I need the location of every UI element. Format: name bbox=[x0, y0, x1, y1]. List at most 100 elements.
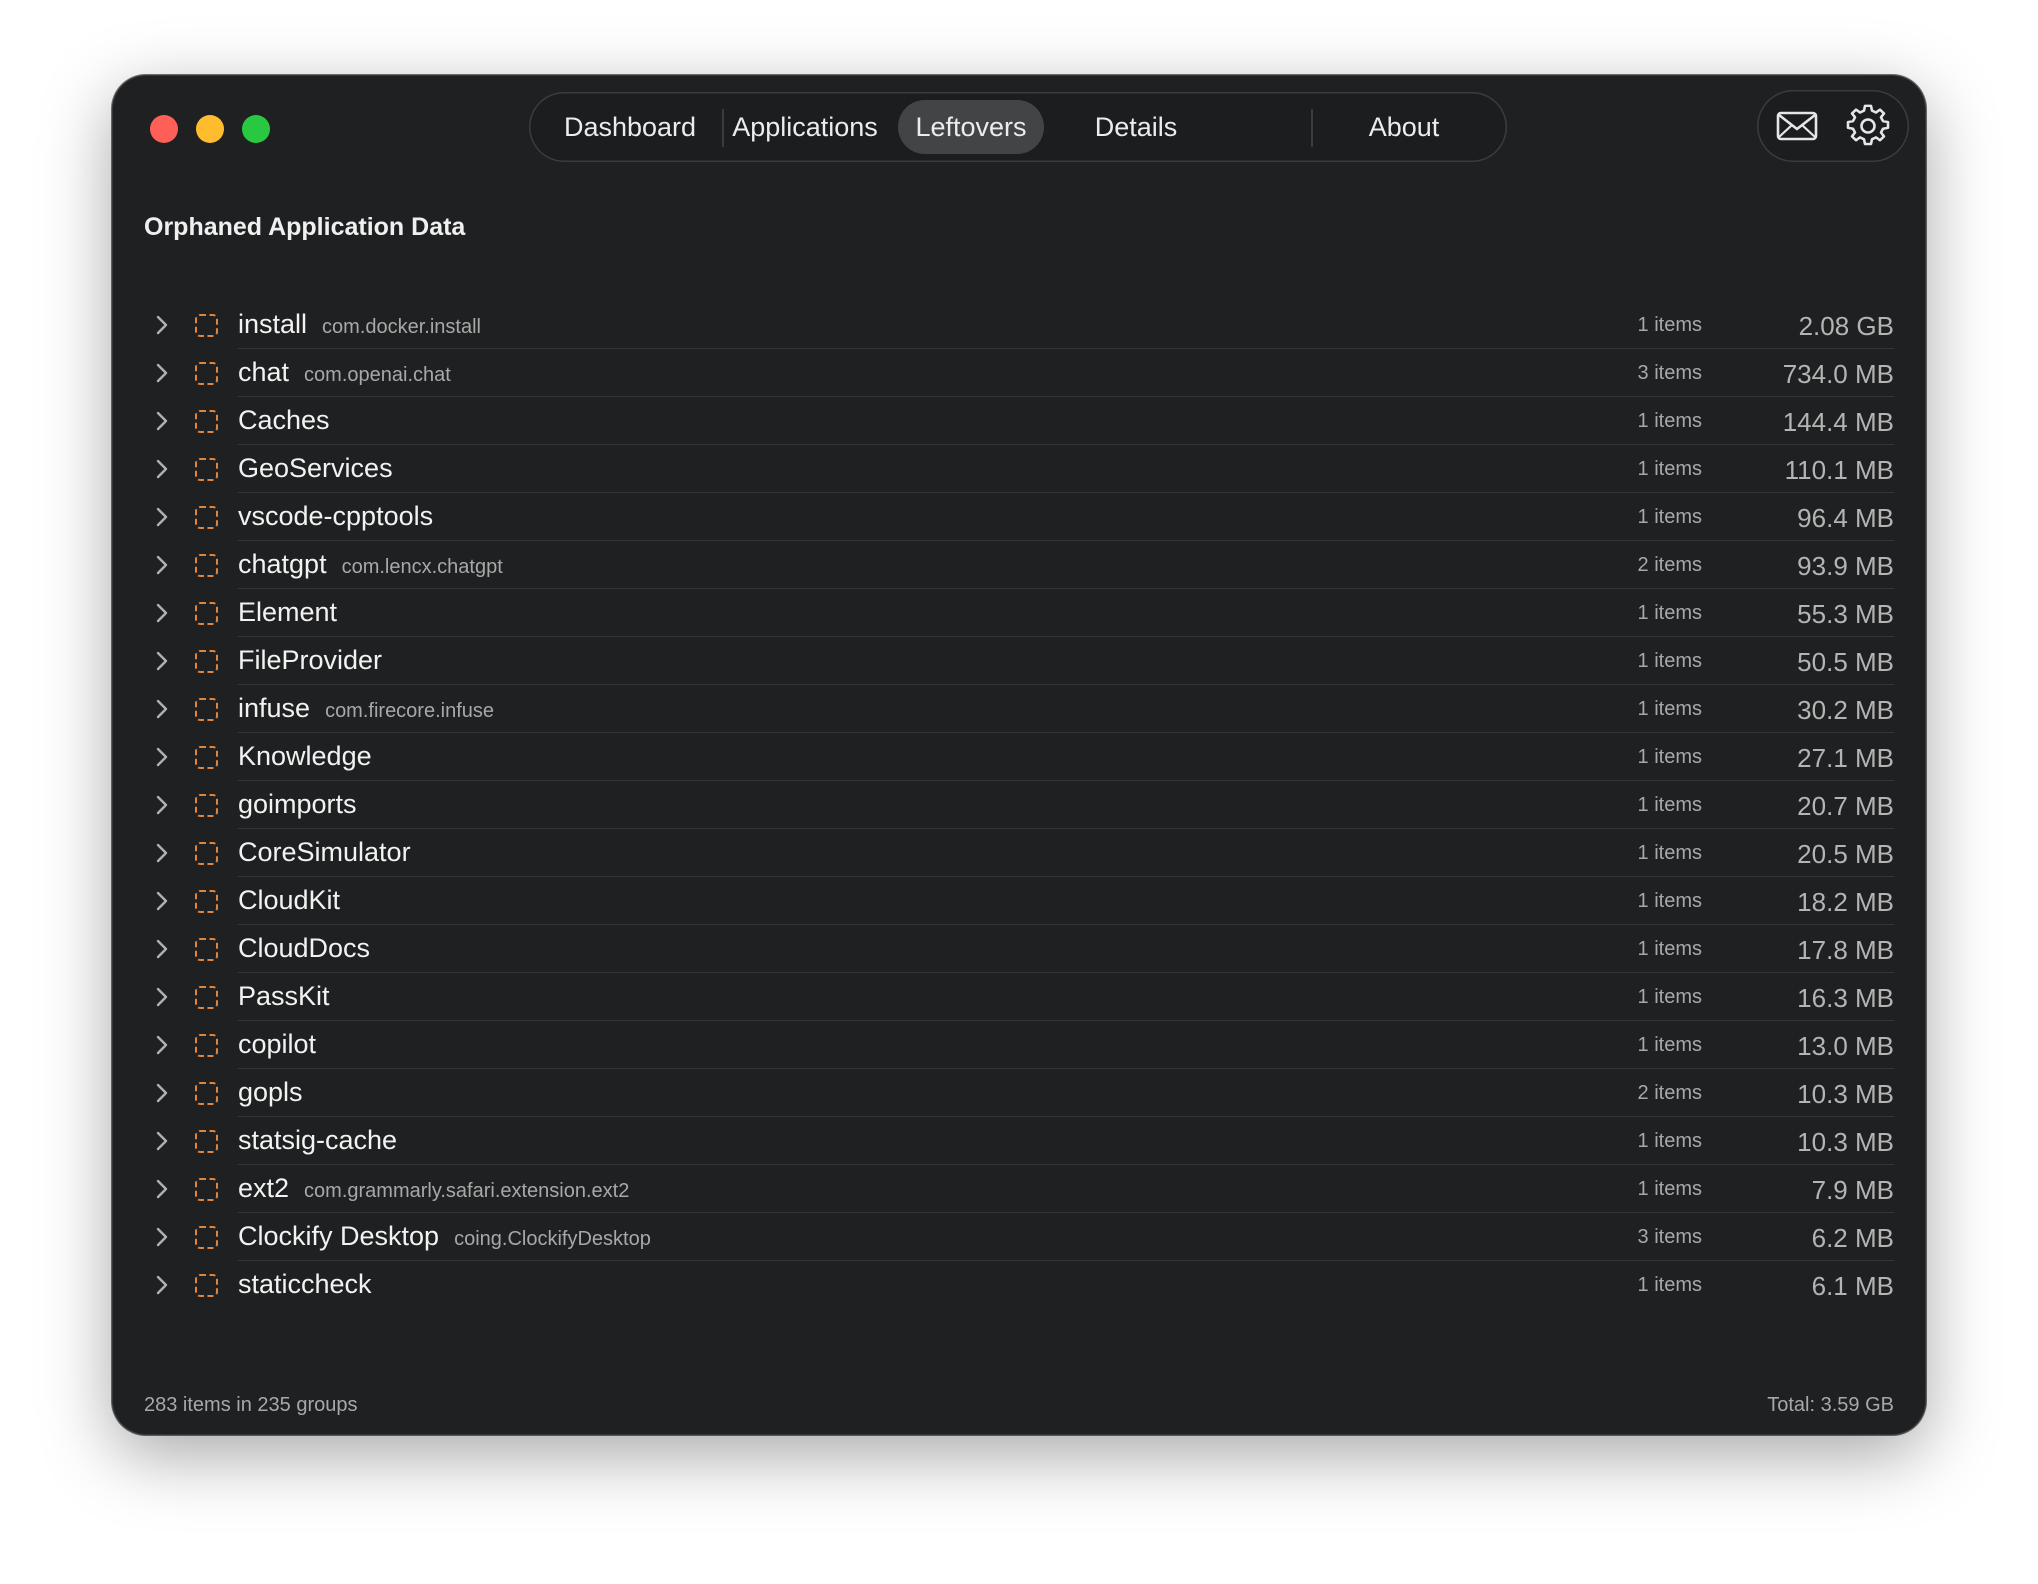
row-checkbox[interactable] bbox=[195, 314, 218, 337]
item-count: 1 items bbox=[1637, 890, 1702, 912]
list-item[interactable]: Knowledge 1 items 27.1 MB bbox=[112, 733, 1926, 781]
chevron-right-icon[interactable] bbox=[151, 313, 173, 337]
chevron-right-icon[interactable] bbox=[151, 1177, 173, 1201]
chevron-right-icon[interactable] bbox=[151, 505, 173, 529]
row-checkbox[interactable] bbox=[195, 650, 218, 673]
item-count: 1 items bbox=[1637, 458, 1702, 480]
chevron-right-icon[interactable] bbox=[151, 1081, 173, 1105]
app-name: staticcheck bbox=[238, 1269, 372, 1299]
chevron-right-icon[interactable] bbox=[151, 697, 173, 721]
row-name-group: chat com.openai.chat bbox=[238, 357, 451, 388]
list-item[interactable]: ext2 com.grammarly.safari.extension.ext2… bbox=[112, 1165, 1926, 1213]
item-count: 1 items bbox=[1637, 986, 1702, 1008]
app-name: chat bbox=[238, 357, 290, 387]
row-checkbox[interactable] bbox=[195, 554, 218, 577]
list-item[interactable]: Element 1 items 55.3 MB bbox=[112, 589, 1926, 637]
row-checkbox[interactable] bbox=[195, 458, 218, 481]
row-checkbox[interactable] bbox=[195, 1034, 218, 1057]
list-item[interactable]: install com.docker.install 1 items 2.08 … bbox=[112, 301, 1926, 349]
zoom-window-button[interactable] bbox=[242, 115, 270, 143]
item-count: 1 items bbox=[1637, 1178, 1702, 1200]
row-name-group: goimports bbox=[238, 789, 372, 820]
list-item[interactable]: statsig-cache 1 items 10.3 MB bbox=[112, 1117, 1926, 1165]
row-name-group: FileProvider bbox=[238, 645, 397, 676]
item-size: 93.9 MB bbox=[1797, 551, 1894, 581]
item-count: 1 items bbox=[1637, 650, 1702, 672]
minimize-window-button[interactable] bbox=[196, 115, 224, 143]
list-item[interactable]: chat com.openai.chat 3 items 734.0 MB bbox=[112, 349, 1926, 397]
app-name: vscode-cpptools bbox=[238, 501, 434, 531]
row-checkbox[interactable] bbox=[195, 362, 218, 385]
footer-summary: 283 items in 235 groups bbox=[144, 1394, 358, 1416]
leftovers-list[interactable]: install com.docker.install 1 items 2.08 … bbox=[112, 301, 1926, 1303]
chevron-right-icon[interactable] bbox=[151, 1225, 173, 1249]
chevron-right-icon[interactable] bbox=[151, 553, 173, 577]
chevron-right-icon[interactable] bbox=[151, 793, 173, 817]
list-item[interactable]: vscode-cpptools 1 items 96.4 MB bbox=[112, 493, 1926, 541]
chevron-right-icon[interactable] bbox=[151, 1033, 173, 1057]
envelope-icon[interactable] bbox=[1775, 104, 1819, 148]
list-item[interactable]: CloudDocs 1 items 17.8 MB bbox=[112, 925, 1926, 973]
tab-applications[interactable]: Applications bbox=[729, 100, 881, 154]
bundle-id: com.openai.chat bbox=[304, 364, 451, 386]
list-item[interactable]: CoreSimulator 1 items 20.5 MB bbox=[112, 829, 1926, 877]
app-name: Caches bbox=[238, 405, 330, 435]
list-item[interactable]: chatgpt com.lencx.chatgpt 2 items 93.9 M… bbox=[112, 541, 1926, 589]
list-item[interactable]: Clockify Desktop coing.ClockifyDesktop 3… bbox=[112, 1213, 1926, 1261]
bundle-id: com.docker.install bbox=[322, 316, 481, 338]
chevron-right-icon[interactable] bbox=[151, 1129, 173, 1153]
item-count: 2 items bbox=[1637, 1082, 1702, 1104]
chevron-right-icon[interactable] bbox=[151, 601, 173, 625]
list-item[interactable]: copilot 1 items 13.0 MB bbox=[112, 1021, 1926, 1069]
chevron-right-icon[interactable] bbox=[151, 1273, 173, 1297]
row-checkbox[interactable] bbox=[195, 986, 218, 1009]
list-item[interactable]: goimports 1 items 20.7 MB bbox=[112, 781, 1926, 829]
chevron-right-icon[interactable] bbox=[151, 409, 173, 433]
list-item[interactable]: infuse com.firecore.infuse 1 items 30.2 … bbox=[112, 685, 1926, 733]
row-checkbox[interactable] bbox=[195, 1130, 218, 1153]
list-item[interactable]: CloudKit 1 items 18.2 MB bbox=[112, 877, 1926, 925]
list-item[interactable]: staticcheck 1 items 6.1 MB bbox=[112, 1261, 1926, 1303]
chevron-right-icon[interactable] bbox=[151, 457, 173, 481]
chevron-right-icon[interactable] bbox=[151, 649, 173, 673]
chevron-right-icon[interactable] bbox=[151, 889, 173, 913]
row-checkbox[interactable] bbox=[195, 890, 218, 913]
item-count: 1 items bbox=[1637, 938, 1702, 960]
list-item[interactable]: FileProvider 1 items 50.5 MB bbox=[112, 637, 1926, 685]
row-checkbox[interactable] bbox=[195, 506, 218, 529]
row-checkbox[interactable] bbox=[195, 1226, 218, 1249]
row-checkbox[interactable] bbox=[195, 698, 218, 721]
list-item[interactable]: PassKit 1 items 16.3 MB bbox=[112, 973, 1926, 1021]
close-window-button[interactable] bbox=[150, 115, 178, 143]
item-size: 50.5 MB bbox=[1797, 647, 1894, 677]
row-name-group: CoreSimulator bbox=[238, 837, 426, 868]
tab-dashboard[interactable]: Dashboard bbox=[549, 100, 711, 154]
row-checkbox[interactable] bbox=[195, 1082, 218, 1105]
row-checkbox[interactable] bbox=[195, 938, 218, 961]
item-count: 1 items bbox=[1637, 314, 1702, 336]
list-item[interactable]: GeoServices 1 items 110.1 MB bbox=[112, 445, 1926, 493]
row-checkbox[interactable] bbox=[195, 794, 218, 817]
chevron-right-icon[interactable] bbox=[151, 361, 173, 385]
row-checkbox[interactable] bbox=[195, 842, 218, 865]
row-checkbox[interactable] bbox=[195, 410, 218, 433]
row-checkbox[interactable] bbox=[195, 1274, 218, 1297]
list-item[interactable]: gopls 2 items 10.3 MB bbox=[112, 1069, 1926, 1117]
row-checkbox[interactable] bbox=[195, 602, 218, 625]
tab-leftovers[interactable]: Leftovers bbox=[898, 100, 1044, 154]
tab-details[interactable]: Details bbox=[1060, 100, 1212, 154]
item-size: 2.08 GB bbox=[1798, 311, 1894, 341]
gear-icon[interactable] bbox=[1846, 104, 1890, 148]
chevron-right-icon[interactable] bbox=[151, 985, 173, 1009]
list-item[interactable]: Caches 1 items 144.4 MB bbox=[112, 397, 1926, 445]
row-checkbox[interactable] bbox=[195, 746, 218, 769]
chevron-right-icon[interactable] bbox=[151, 937, 173, 961]
row-name-group: Clockify Desktop coing.ClockifyDesktop bbox=[238, 1221, 651, 1252]
item-size: 96.4 MB bbox=[1797, 503, 1894, 533]
chevron-right-icon[interactable] bbox=[151, 841, 173, 865]
row-name-group: chatgpt com.lencx.chatgpt bbox=[238, 549, 503, 580]
row-checkbox[interactable] bbox=[195, 1178, 218, 1201]
item-count: 1 items bbox=[1637, 1130, 1702, 1152]
tab-about[interactable]: About bbox=[1319, 100, 1489, 154]
chevron-right-icon[interactable] bbox=[151, 745, 173, 769]
